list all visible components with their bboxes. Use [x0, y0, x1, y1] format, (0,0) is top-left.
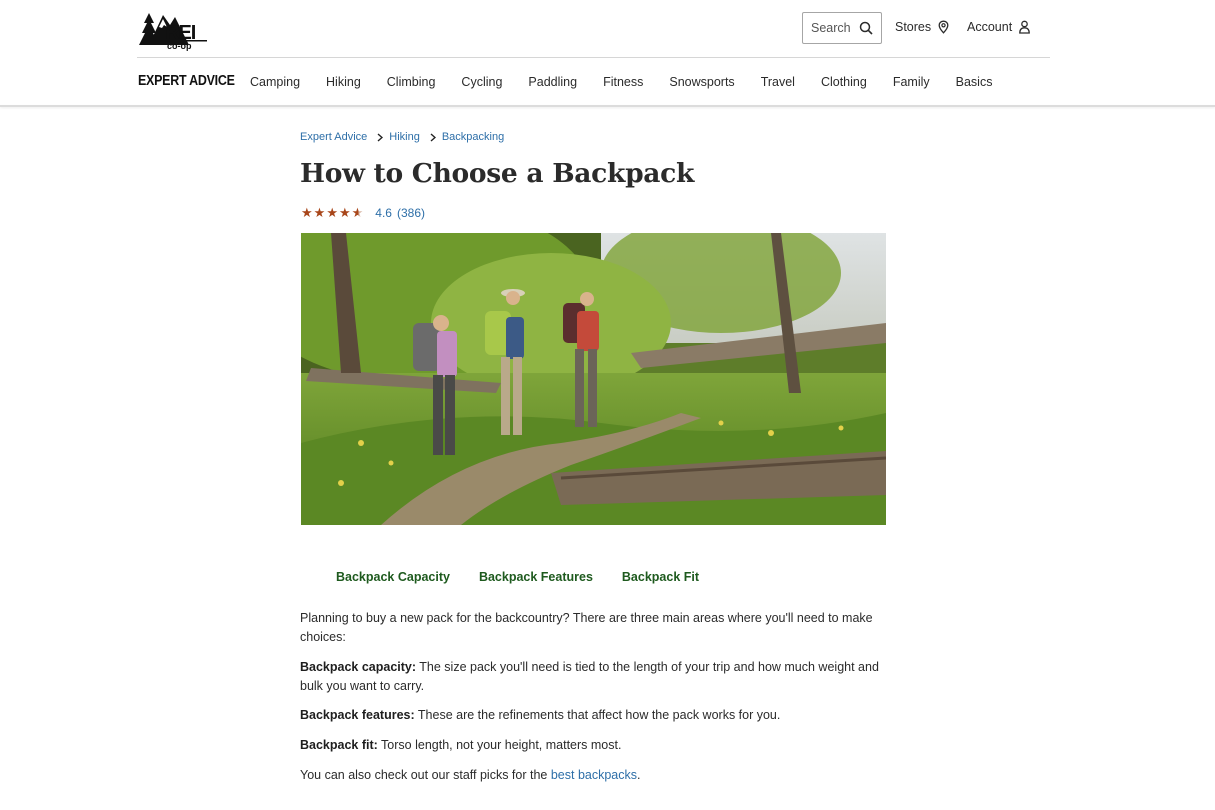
nav-item-paddling[interactable]: Paddling [528, 75, 577, 89]
nav-item-snowsports[interactable]: Snowsports [669, 75, 734, 89]
top-header: REI co-op Search Stores Account [0, 0, 1215, 58]
expert-advice-nav: EXPERT ADVICE Camping Hiking Climbing Cy… [0, 58, 1215, 106]
hero-image-hikers [301, 233, 886, 525]
stores-label: Stores [895, 20, 932, 34]
point-text: These are the refinements that affect ho… [414, 708, 781, 722]
page-title: How to Choose a Backpack [300, 158, 695, 189]
expert-advice-brand[interactable]: EXPERT ADVICE [138, 73, 235, 89]
nav-item-fitness[interactable]: Fitness [603, 75, 643, 89]
nav-item-cycling[interactable]: Cycling [461, 75, 502, 89]
search-icon [859, 21, 873, 35]
user-icon [1019, 20, 1031, 34]
search-input[interactable]: Search [802, 12, 882, 44]
nav-item-travel[interactable]: Travel [761, 75, 795, 89]
nav-item-camping[interactable]: Camping [250, 75, 300, 89]
point-features: Backpack features: These are the refinem… [300, 706, 890, 725]
rating[interactable]: ★ ★ ★ ★ ★ 4.6 (386) [301, 206, 425, 221]
svg-text:co-op: co-op [167, 41, 192, 51]
rei-logo[interactable]: REI co-op [137, 5, 209, 51]
closing-text: You can also check out our staff picks f… [300, 768, 551, 782]
point-text: Torso length, not your height, matters m… [377, 738, 622, 752]
chevron-right-icon [430, 132, 436, 142]
article-tabs: Backpack Capacity Backpack Features Back… [336, 570, 699, 584]
rating-value: 4.6 [375, 206, 392, 220]
closing-paragraph: You can also check out our staff picks f… [300, 766, 890, 785]
point-fit: Backpack fit: Torso length, not your hei… [300, 736, 890, 755]
breadcrumb-expert-advice[interactable]: Expert Advice [300, 131, 367, 143]
nav-item-basics[interactable]: Basics [956, 75, 993, 89]
star-icon: ★ [301, 205, 313, 220]
star-icon: ★ [313, 205, 326, 220]
best-backpacks-link[interactable]: best backpacks [551, 768, 637, 782]
breadcrumb: Expert Advice Hiking Backpacking [300, 131, 504, 143]
point-label: Backpack fit: [300, 738, 378, 752]
closing-suffix: . [637, 768, 641, 782]
location-pin-icon [938, 20, 949, 34]
review-count[interactable]: (386) [397, 206, 425, 220]
account-label: Account [967, 20, 1013, 34]
tab-backpack-capacity[interactable]: Backpack Capacity [336, 570, 450, 584]
nav-item-family[interactable]: Family [893, 75, 930, 89]
stores-link[interactable]: Stores [895, 20, 950, 34]
search-label: Search [811, 21, 851, 35]
account-link[interactable]: Account [967, 20, 1031, 34]
half-star-icon: ★ [351, 205, 364, 220]
star-icon: ★ [338, 205, 351, 220]
star-icon: ★ [326, 205, 338, 220]
star-rating: ★ ★ ★ ★ ★ [301, 206, 363, 220]
tab-backpack-fit[interactable]: Backpack Fit [622, 570, 699, 584]
chevron-right-icon [377, 132, 384, 142]
nav-divider [0, 105, 1215, 107]
tab-backpack-features[interactable]: Backpack Features [479, 570, 593, 584]
breadcrumb-backpacking[interactable]: Backpacking [442, 131, 504, 143]
intro-paragraph: Planning to buy a new pack for the backc… [300, 611, 873, 644]
nav-items: Camping Hiking Climbing Cycling Paddling… [250, 75, 992, 89]
nav-item-hiking[interactable]: Hiking [326, 75, 361, 89]
point-label: Backpack features: [300, 708, 415, 722]
breadcrumb-hiking[interactable]: Hiking [389, 131, 420, 143]
nav-item-clothing[interactable]: Clothing [821, 75, 867, 89]
point-label: Backpack capacity: [300, 660, 417, 674]
point-capacity: Backpack capacity: The size pack you'll … [300, 658, 890, 696]
nav-item-climbing[interactable]: Climbing [387, 75, 436, 89]
